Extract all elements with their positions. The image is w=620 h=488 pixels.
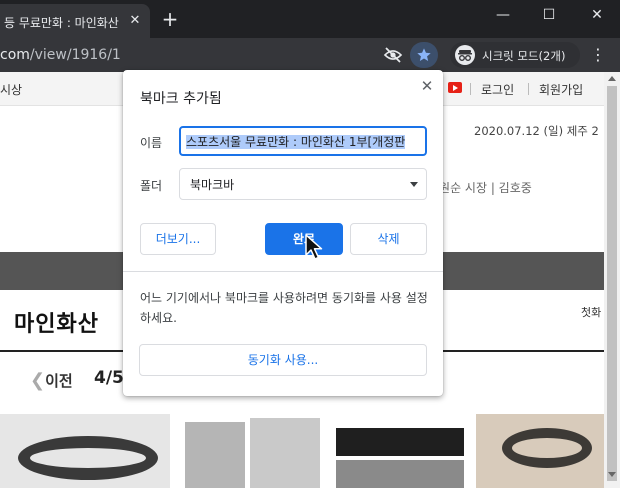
star-icon — [417, 48, 431, 61]
more-button[interactable]: 더보기... — [140, 223, 216, 255]
bookmark-star-button[interactable] — [410, 42, 438, 68]
login-link[interactable]: 로그인 — [481, 81, 514, 98]
chevron-left-icon: ❮ — [30, 370, 46, 391]
top-bar-divider — [470, 83, 471, 95]
previous-label: 이전 — [45, 372, 73, 390]
page-number: 4/5 — [94, 368, 124, 388]
folder-label: 폴더 — [140, 179, 163, 193]
top-bar-left-text: 시상 — [0, 83, 23, 97]
top-bar-divider — [528, 83, 529, 95]
delete-button[interactable]: 삭제 — [350, 223, 427, 255]
thumbnail-shape — [18, 436, 158, 480]
sync-promo-text: 어느 기기에서나 북마크를 사용하려면 동기화를 사용 설정하세요. — [140, 291, 428, 325]
incognito-label: 시크릿 모드(2개) — [482, 49, 566, 63]
previous-page-link[interactable]: ❮이전 — [30, 370, 73, 391]
thumbnail[interactable] — [185, 422, 245, 488]
new-tab-button[interactable]: + — [159, 8, 181, 30]
browser-tab[interactable]: 등 무료만화 : 마인화산 ✕ — [0, 4, 150, 38]
address-bar[interactable]: com/view/1916/1 — [0, 47, 121, 63]
thumbnail[interactable] — [336, 460, 464, 488]
minimize-button[interactable]: — — [480, 0, 526, 30]
first-episode-link[interactable]: 첫화 — [581, 304, 601, 320]
incognito-icon — [455, 45, 475, 65]
page-scrollbar[interactable] — [604, 72, 620, 488]
scroll-down-arrow-icon[interactable] — [608, 472, 616, 477]
scroll-up-arrow-icon[interactable] — [608, 76, 616, 81]
comic-title: 마인화산 — [14, 312, 99, 337]
bookmark-added-dialog: 북마크 추가됨 ✕ 이름 스포츠서울 무료만화 : 마인화산 1부[개정판 폴더… — [123, 70, 443, 396]
tab-title: 등 무료만화 : 마인화산 — [4, 16, 119, 30]
trending-keywords[interactable]: 박원순 시장 | 김호중 — [428, 179, 532, 196]
enable-sync-button[interactable]: 동기화 사용... — [139, 344, 427, 376]
url-path: /view/1916/1 — [29, 47, 121, 63]
tracking-blocked-eye-icon[interactable] — [383, 46, 403, 64]
mouse-cursor-icon — [305, 234, 323, 260]
page-date: 2020.07.12 (일) 제주 2 — [474, 124, 599, 138]
youtube-icon[interactable] — [448, 82, 462, 93]
thumbnail[interactable] — [250, 418, 320, 488]
browser-toolbar: com/view/1916/1 시크릿 모드(2개) ⋮ — [0, 38, 620, 72]
maximize-button[interactable]: ☐ — [526, 0, 572, 30]
bookmark-name-value: 스포츠서울 무료만화 : 마인화산 1부[개정판 — [186, 135, 406, 149]
dialog-title: 북마크 추가됨 — [140, 91, 222, 107]
pixelated-comic-thumbnails — [0, 414, 604, 488]
bookmark-name-input[interactable]: 스포츠서울 무료만화 : 마인화산 1부[개정판 — [179, 126, 427, 156]
chrome-menu-icon[interactable]: ⋮ — [590, 46, 606, 66]
url-host: com — [0, 47, 30, 63]
thumbnail[interactable] — [336, 428, 464, 456]
scroll-thumb[interactable] — [607, 86, 617, 481]
thumbnail-shape — [502, 428, 592, 468]
folder-value: 북마크바 — [190, 178, 235, 192]
dialog-close-icon[interactable]: ✕ — [417, 76, 437, 96]
bookmark-folder-select[interactable]: 북마크바 — [179, 168, 427, 200]
window-close-button[interactable]: ✕ — [574, 0, 620, 30]
tab-strip: 등 무료만화 : 마인화산 ✕ + — ☐ ✕ — [0, 0, 620, 38]
dropdown-caret-icon — [410, 182, 418, 187]
name-label: 이름 — [140, 136, 163, 150]
incognito-profile-button[interactable]: 시크릿 모드(2개) — [450, 42, 580, 68]
signup-link[interactable]: 회원가입 — [539, 81, 583, 98]
dialog-divider — [123, 271, 443, 272]
tab-close-icon[interactable]: ✕ — [125, 11, 145, 31]
